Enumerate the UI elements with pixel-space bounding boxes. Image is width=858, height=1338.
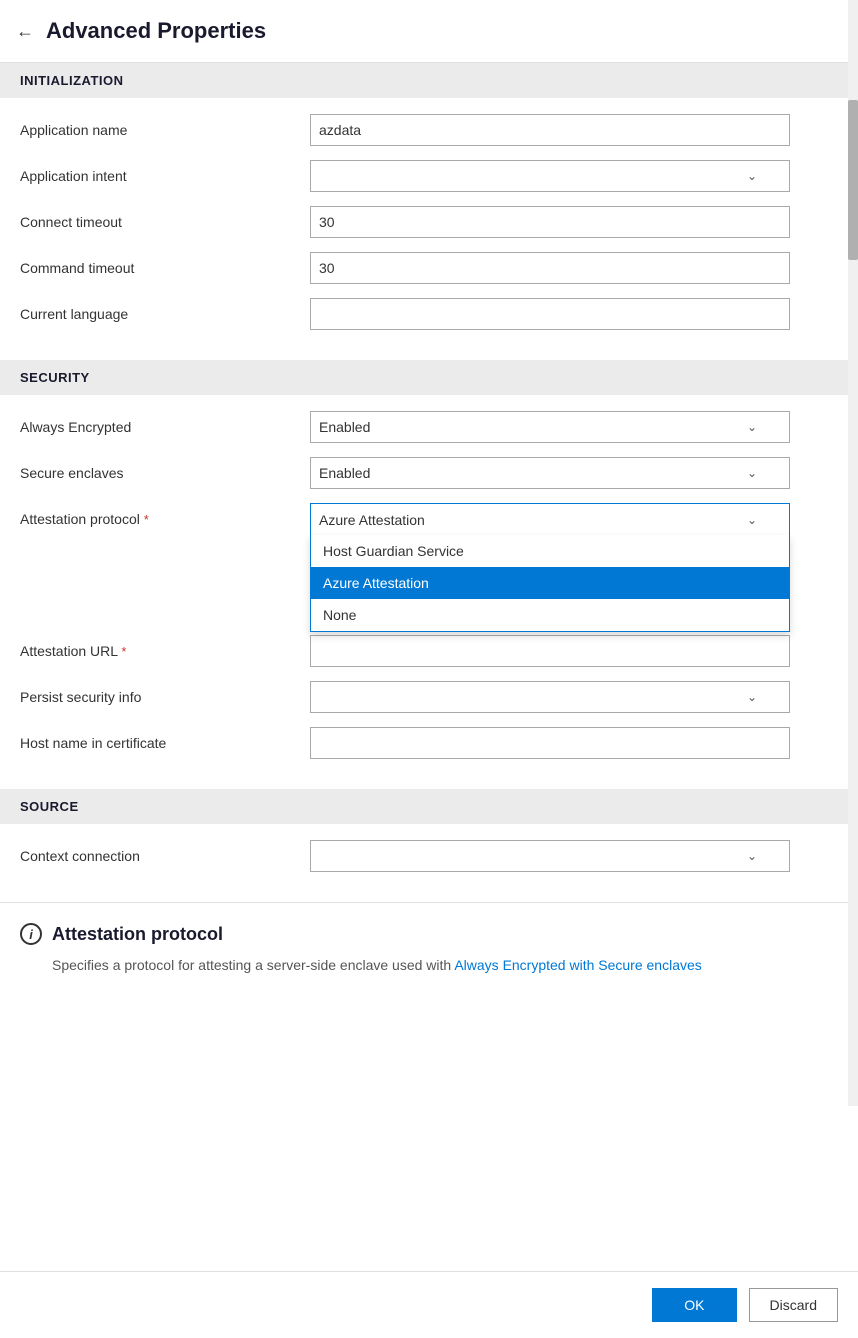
label-attestation-protocol-text: Attestation protocol bbox=[20, 511, 140, 527]
info-icon: i bbox=[20, 923, 42, 945]
chevron-down-icon: ⌄ bbox=[747, 420, 757, 434]
info-desc-part1: Specifies a protocol for attesting a ser… bbox=[52, 957, 454, 973]
select-application-intent-wrapper: ⌄ bbox=[310, 160, 790, 192]
chevron-down-icon: ⌄ bbox=[747, 169, 757, 183]
chevron-down-icon: ⌄ bbox=[747, 690, 757, 704]
form-row-host-name-certificate: Host name in certificate bbox=[20, 727, 838, 759]
form-row-secure-enclaves: Secure enclaves Enabled ⌄ bbox=[20, 457, 838, 489]
label-always-encrypted: Always Encrypted bbox=[20, 419, 310, 435]
input-connect-timeout[interactable] bbox=[310, 206, 790, 238]
section-body-security: Always Encrypted Enabled ⌄ Secure enclav… bbox=[0, 395, 858, 789]
select-context-connection[interactable]: ⌄ bbox=[310, 840, 790, 872]
input-host-name-certificate[interactable] bbox=[310, 727, 790, 759]
select-persist-security-info-wrapper: ⌄ bbox=[310, 681, 790, 713]
label-context-connection: Context connection bbox=[20, 848, 310, 864]
info-panel: i Attestation protocol Specifies a proto… bbox=[0, 902, 858, 986]
select-always-encrypted-value: Enabled bbox=[319, 419, 370, 435]
input-attestation-url[interactable] bbox=[310, 635, 790, 667]
label-application-name: Application name bbox=[20, 122, 310, 138]
input-application-name[interactable] bbox=[310, 114, 790, 146]
select-secure-enclaves-wrapper: Enabled ⌄ bbox=[310, 457, 790, 489]
label-secure-enclaves: Secure enclaves bbox=[20, 465, 310, 481]
header: ← Advanced Properties bbox=[0, 0, 858, 63]
section-header-source: SOURCE bbox=[0, 789, 858, 824]
required-indicator-url: * bbox=[121, 644, 126, 659]
label-attestation-url: Attestation URL * bbox=[20, 643, 310, 659]
select-secure-enclaves-value: Enabled bbox=[319, 465, 370, 481]
form-row-attestation-url: Attestation URL * bbox=[20, 635, 838, 667]
input-command-timeout[interactable] bbox=[310, 252, 790, 284]
select-always-encrypted-wrapper: Enabled ⌄ bbox=[310, 411, 790, 443]
chevron-down-icon: ⌄ bbox=[747, 849, 757, 863]
label-connect-timeout: Connect timeout bbox=[20, 214, 310, 230]
scrollbar-thumb[interactable] bbox=[848, 100, 858, 260]
chevron-down-icon: ⌄ bbox=[747, 513, 757, 527]
select-persist-security-info[interactable]: ⌄ bbox=[310, 681, 790, 713]
input-current-language[interactable] bbox=[310, 298, 790, 330]
form-row-application-name: Application name bbox=[20, 114, 838, 146]
label-application-intent: Application intent bbox=[20, 168, 310, 184]
form-row-current-language: Current language bbox=[20, 298, 838, 330]
form-row-command-timeout: Command timeout bbox=[20, 252, 838, 284]
form-row-application-intent: Application intent ⌄ bbox=[20, 160, 838, 192]
section-header-initialization: INITIALIZATION bbox=[0, 63, 858, 98]
page-title: Advanced Properties bbox=[46, 18, 266, 44]
dropdown-item-host-guardian[interactable]: Host Guardian Service bbox=[311, 535, 789, 567]
form-row-always-encrypted: Always Encrypted Enabled ⌄ bbox=[20, 411, 838, 443]
info-panel-title-text: Attestation protocol bbox=[52, 924, 223, 945]
select-attestation-protocol-value: Azure Attestation bbox=[319, 512, 425, 528]
dropdown-item-none[interactable]: None bbox=[311, 599, 789, 631]
form-row-attestation-protocol: Attestation protocol * Azure Attestation… bbox=[20, 503, 838, 535]
form-row-persist-security-info: Persist security info ⌄ bbox=[20, 681, 838, 713]
info-link[interactable]: Always Encrypted with Secure enclaves bbox=[454, 957, 701, 973]
select-secure-enclaves[interactable]: Enabled ⌄ bbox=[310, 457, 790, 489]
label-attestation-protocol: Attestation protocol * bbox=[20, 511, 310, 527]
section-body-source: Context connection ⌄ bbox=[0, 824, 858, 902]
back-icon: ← bbox=[16, 21, 34, 42]
info-panel-title: i Attestation protocol bbox=[20, 923, 838, 945]
select-attestation-protocol[interactable]: Azure Attestation ⌄ bbox=[310, 503, 790, 535]
scrollbar-track[interactable] bbox=[848, 0, 858, 1106]
section-header-security: SECURITY bbox=[0, 360, 858, 395]
select-application-intent[interactable]: ⌄ bbox=[310, 160, 790, 192]
select-always-encrypted[interactable]: Enabled ⌄ bbox=[310, 411, 790, 443]
label-attestation-url-text: Attestation URL bbox=[20, 643, 118, 659]
required-indicator: * bbox=[144, 512, 149, 527]
label-command-timeout: Command timeout bbox=[20, 260, 310, 276]
label-persist-security-info: Persist security info bbox=[20, 689, 310, 705]
form-row-connect-timeout: Connect timeout bbox=[20, 206, 838, 238]
chevron-down-icon: ⌄ bbox=[747, 466, 757, 480]
attestation-protocol-dropdown: Host Guardian Service Azure Attestation … bbox=[310, 535, 790, 632]
main-content: INITIALIZATION Application name Applicat… bbox=[0, 63, 858, 1106]
label-current-language: Current language bbox=[20, 306, 310, 322]
info-panel-description: Specifies a protocol for attesting a ser… bbox=[20, 955, 838, 976]
label-host-name-certificate: Host name in certificate bbox=[20, 735, 310, 751]
back-button[interactable]: ← bbox=[16, 21, 34, 42]
section-body-initialization: Application name Application intent ⌄ Co… bbox=[0, 98, 858, 360]
dropdown-item-azure-attestation[interactable]: Azure Attestation bbox=[311, 567, 789, 599]
select-attestation-protocol-wrapper: Azure Attestation ⌄ Host Guardian Servic… bbox=[310, 503, 790, 535]
select-context-connection-wrapper: ⌄ bbox=[310, 840, 790, 872]
form-row-context-connection: Context connection ⌄ bbox=[20, 840, 838, 872]
